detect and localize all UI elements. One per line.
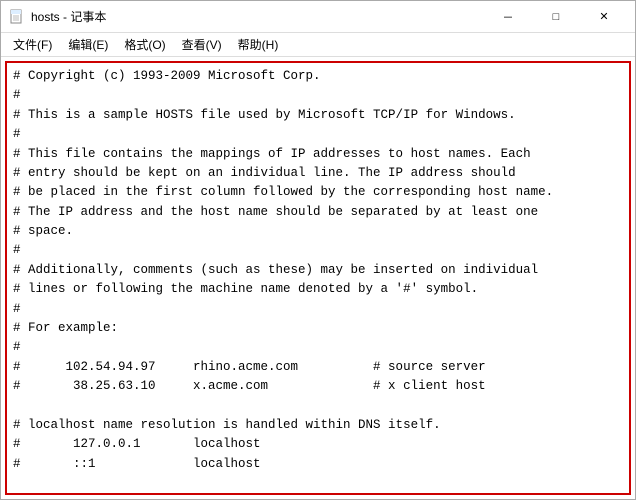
content-area: # Copyright (c) 1993-2009 Microsoft Corp… [1, 57, 635, 499]
title-bar-left: hosts - 记事本 [9, 8, 106, 25]
title-bar-controls: － □ ✕ [485, 5, 627, 29]
maximize-button[interactable]: □ [533, 5, 579, 29]
menu-bar: 文件(F) 编辑(E) 格式(O) 查看(V) 帮助(H) [1, 33, 635, 57]
minimize-button[interactable]: － [485, 5, 531, 29]
editor-text[interactable]: # Copyright (c) 1993-2009 Microsoft Corp… [13, 67, 623, 474]
title-bar: hosts - 记事本 － □ ✕ [1, 1, 635, 33]
menu-help[interactable]: 帮助(H) [230, 34, 287, 55]
menu-edit[interactable]: 编辑(E) [60, 34, 116, 55]
editor-container: # Copyright (c) 1993-2009 Microsoft Corp… [5, 61, 631, 495]
menu-view[interactable]: 查看(V) [174, 34, 230, 55]
window-title: hosts - 记事本 [31, 8, 106, 25]
menu-format[interactable]: 格式(O) [116, 34, 173, 55]
close-button[interactable]: ✕ [581, 5, 627, 29]
app-icon [9, 9, 25, 25]
menu-file[interactable]: 文件(F) [5, 34, 60, 55]
notepad-window: hosts - 记事本 － □ ✕ 文件(F) 编辑(E) 格式(O) 查看(V… [0, 0, 636, 500]
editor-scroll-area[interactable]: # Copyright (c) 1993-2009 Microsoft Corp… [7, 63, 629, 493]
